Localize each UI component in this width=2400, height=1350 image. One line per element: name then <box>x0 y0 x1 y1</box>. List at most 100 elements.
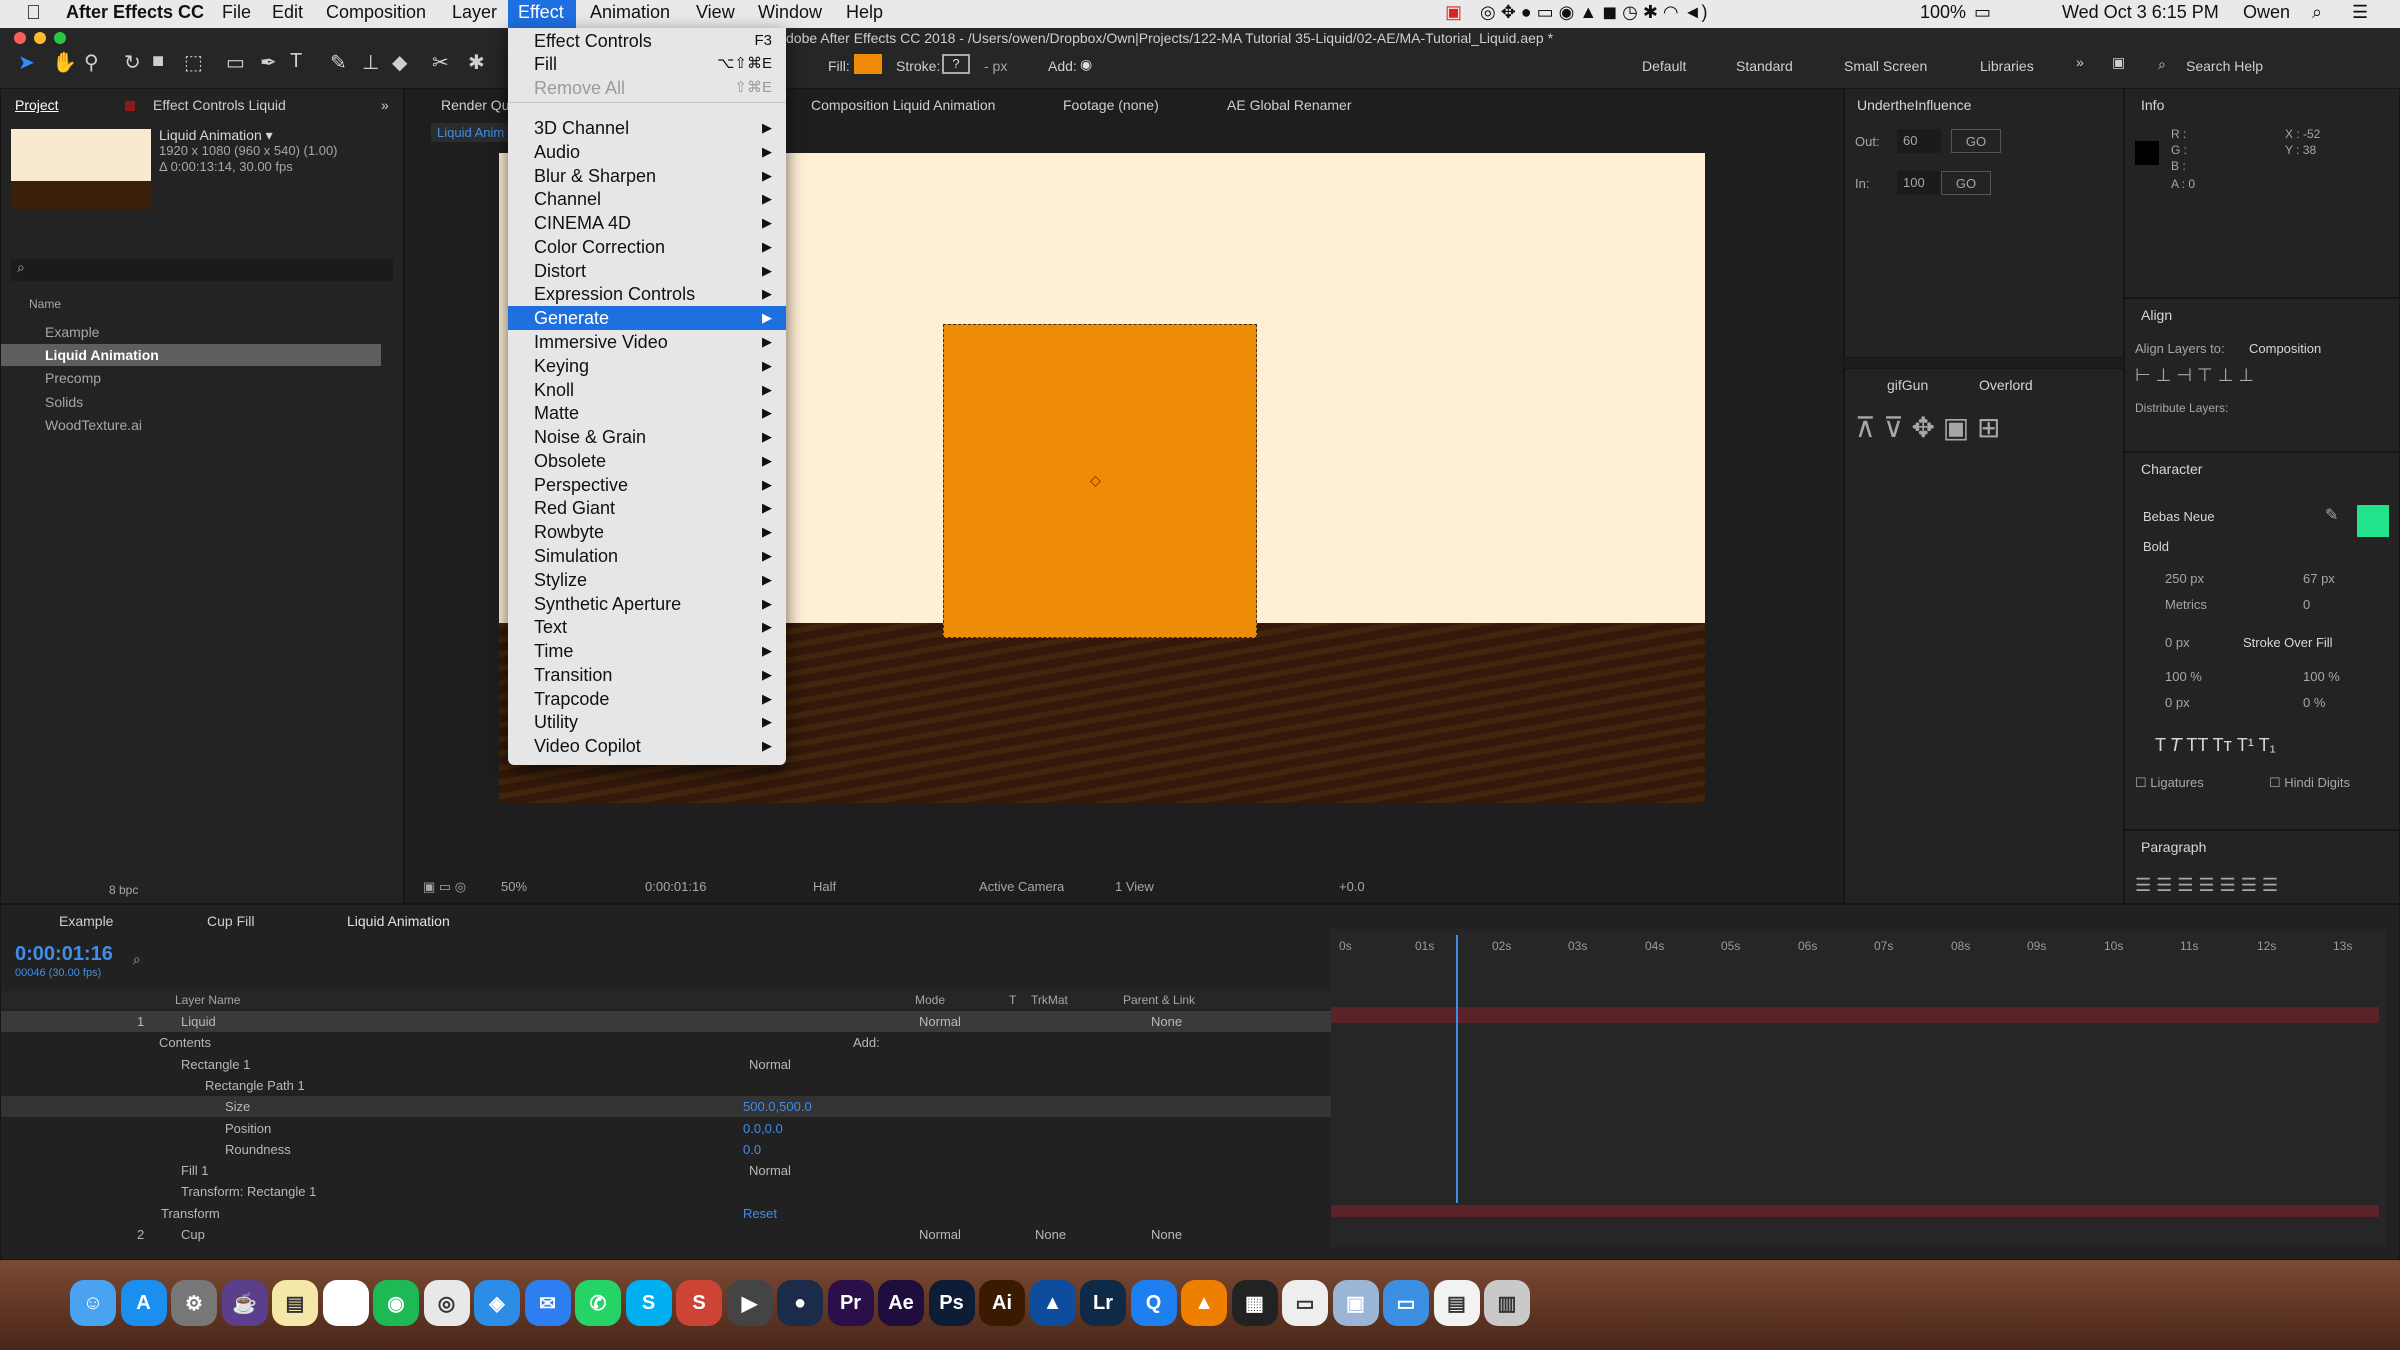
project-item[interactable]: WoodTexture.ai <box>1 414 381 436</box>
menu-item-simulation[interactable]: Simulation ▶ <box>508 544 786 568</box>
tab-composition[interactable]: Composition Liquid Animation <box>811 97 995 113</box>
menu-item-effect-controls[interactable]: Effect Controls F3 <box>508 29 786 53</box>
clone-tool-icon[interactable]: ⊥ <box>362 50 379 75</box>
paragraph-align-icons[interactable]: ☰ ☰ ☰ ☰ ☰ ☰ ☰ <box>2135 875 2278 896</box>
project-item[interactable]: Example <box>1 321 381 343</box>
anchor-point-icon[interactable]: ◇ <box>1090 472 1101 489</box>
project-folder[interactable]: Precomp <box>1 367 381 389</box>
font-style-select[interactable]: Bold <box>2143 539 2169 554</box>
col-mode[interactable]: Mode <box>915 993 945 1007</box>
col-t[interactable]: T <box>1009 993 1016 1007</box>
menu-item-noise-grain[interactable]: Noise & Grain ▶ <box>508 425 786 449</box>
menu-item-generate[interactable]: Generate ▶ <box>508 306 786 330</box>
font-size-value[interactable]: 250 px <box>2165 571 2204 586</box>
textedit-icon[interactable]: ▭ <box>1282 1280 1328 1326</box>
illustrator-icon[interactable]: Ai <box>979 1280 1025 1326</box>
stroke-width[interactable]: - px <box>984 58 1007 74</box>
row-name[interactable]: Position <box>225 1121 271 1136</box>
app-store-icon[interactable]: A <box>120 1280 167 1326</box>
row-name[interactable]: Transform <box>161 1206 220 1221</box>
finder-icon[interactable]: ☺ <box>70 1280 116 1326</box>
eraser-tool-icon[interactable]: ◆ <box>392 50 407 75</box>
ligatures-checkbox[interactable]: ☐ Ligatures <box>2135 775 2204 791</box>
tab-liquid-animation[interactable]: Liquid Animation <box>347 913 450 929</box>
property-row[interactable]: Fill 1 Normal <box>1 1160 1331 1181</box>
notes-icon[interactable]: ▤ <box>272 1280 318 1326</box>
parent-select[interactable]: None <box>1151 1014 1182 1029</box>
workspace-layout-icon[interactable]: ▣ <box>2112 54 2125 71</box>
row-name[interactable]: Contents <box>159 1035 211 1050</box>
col-parent[interactable]: Parent & Link <box>1123 993 1195 1007</box>
property-row[interactable]: Contents Add: <box>1 1032 1331 1053</box>
blend-mode-select[interactable]: Normal <box>919 1227 961 1242</box>
zoom-tool-icon[interactable]: ⚲ <box>84 50 99 75</box>
puppet-tool-icon[interactable]: ✱ <box>468 50 485 75</box>
workspace-standard[interactable]: Standard <box>1736 58 1793 74</box>
exposure-value[interactable]: +0.0 <box>1339 879 1365 894</box>
row-name[interactable]: Fill 1 <box>181 1163 208 1178</box>
row-name[interactable]: Size <box>225 1099 250 1114</box>
tab-overlord[interactable]: Overlord <box>1979 377 2033 393</box>
camera-select[interactable]: Active Camera <box>979 879 1064 894</box>
tab-cup-fill[interactable]: Cup Fill <box>207 913 254 929</box>
menu-layer[interactable]: Layer <box>452 2 497 23</box>
rotate-tool-icon[interactable]: ↻ <box>124 50 141 75</box>
tab-gifgun[interactable]: gifGun <box>1887 377 1928 393</box>
apple-icon[interactable]:  <box>26 2 41 25</box>
zoom-select[interactable]: 50% <box>501 879 527 894</box>
view-layout-select[interactable]: 1 View <box>1115 879 1154 894</box>
property-row[interactable]: Transform Reset <box>1 1203 1331 1224</box>
selection-tool-icon[interactable]: ➤ <box>18 50 35 75</box>
menu-item-fill[interactable]: Fill ⌥⇧⌘E <box>508 52 786 76</box>
clock[interactable]: Wed Oct 3 6:15 PM <box>2062 2 2219 23</box>
stroke-swatch[interactable]: ? <box>942 54 970 74</box>
tab-project[interactable]: Project <box>15 97 59 113</box>
user-name[interactable]: Owen <box>2243 2 2290 23</box>
brush-tool-icon[interactable]: ✎ <box>330 50 347 75</box>
resolution-select[interactable]: Half <box>813 879 836 894</box>
baseline-shift-value[interactable]: 0 px <box>2165 695 2190 710</box>
panel-expand-icon[interactable]: » <box>381 97 389 113</box>
project-search-input[interactable]: ⌕ <box>11 259 393 281</box>
menu-item-synthetic-aperture[interactable]: Synthetic Aperture ▶ <box>508 592 786 616</box>
system-preferences-icon[interactable]: ⚙ <box>171 1280 217 1326</box>
more-workspaces-icon[interactable]: » <box>2076 54 2084 70</box>
menu-item-blur-sharpen[interactable]: Blur & Sharpen ▶ <box>508 164 786 188</box>
layer-bar-cup[interactable] <box>1331 1205 2379 1217</box>
comp-subtab[interactable]: Liquid Anim <box>431 123 511 142</box>
workspace-default[interactable]: Default <box>1642 58 1686 74</box>
property-value[interactable]: Reset <box>743 1206 777 1221</box>
menu-item-trapcode[interactable]: Trapcode ▶ <box>508 687 786 711</box>
pen-tool-icon[interactable]: ✒ <box>260 50 277 75</box>
add-button[interactable]: Add: <box>853 1035 880 1050</box>
font-family-select[interactable]: Bebas Neue <box>2143 509 2215 524</box>
menu-item-remove-all[interactable]: Remove All ⇧⌘E <box>508 76 786 100</box>
menu-item-audio[interactable]: Audio ▶ <box>508 140 786 164</box>
messenger-icon[interactable]: ✉ <box>524 1280 571 1326</box>
property-row[interactable]: Roundness 0.0 <box>1 1139 1331 1160</box>
affinity-icon[interactable]: ▲ <box>1029 1280 1076 1326</box>
row-name[interactable]: Rectangle Path 1 <box>205 1078 305 1093</box>
zoom-window-icon[interactable] <box>54 32 66 44</box>
stroke-width-value[interactable]: 0 px <box>2165 635 2190 650</box>
screenflick-icon[interactable]: S <box>676 1280 722 1326</box>
premiere-icon[interactable]: Pr <box>827 1280 874 1326</box>
property-row[interactable]: Position 0.0,0.0 <box>1 1118 1331 1139</box>
clapper-icon[interactable]: ▦ <box>1231 1280 1278 1326</box>
menu-composition[interactable]: Composition <box>326 2 426 23</box>
menu-item-video-copilot[interactable]: Video Copilot ▶ <box>508 734 786 758</box>
tab-example[interactable]: Example <box>59 913 113 929</box>
playhead[interactable] <box>1456 935 1458 1203</box>
tab-global-renamer[interactable]: AE Global Renamer <box>1227 97 1352 113</box>
calendar-icon[interactable] <box>322 1280 369 1326</box>
blend-mode-select[interactable]: Normal <box>919 1014 961 1029</box>
layer-row[interactable]: 1 Liquid Normal None <box>1 1011 1331 1032</box>
safari-icon[interactable]: ◈ <box>474 1280 520 1326</box>
menu-item-matte[interactable]: Matte ▶ <box>508 401 786 425</box>
menu-item-utility[interactable]: Utility ▶ <box>508 710 786 734</box>
menu-item-distort[interactable]: Distort ▶ <box>508 259 786 283</box>
align-to-select[interactable]: Composition <box>2249 341 2321 356</box>
bpc-label[interactable]: 8 bpc <box>109 883 138 897</box>
tracking-value[interactable]: 0 <box>2303 597 2310 612</box>
property-row[interactable]: Size 500.0,500.0 <box>1 1096 1331 1118</box>
